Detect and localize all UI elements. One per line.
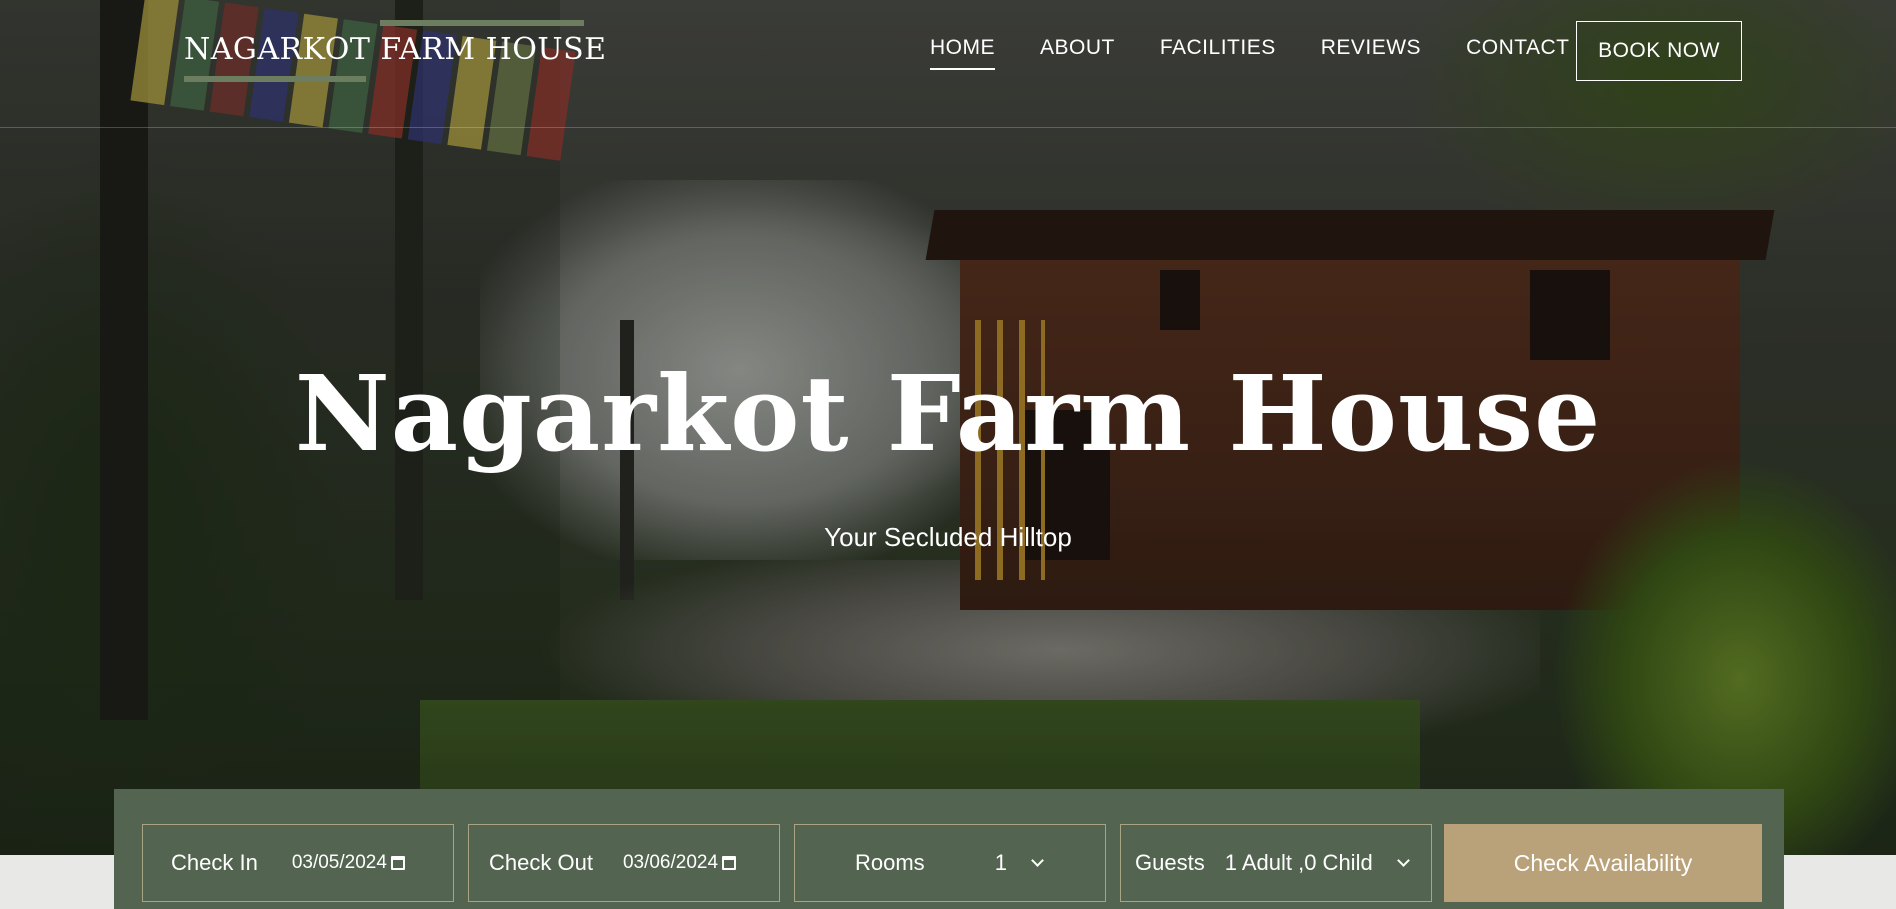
book-now-button[interactable]: BOOK NOW	[1576, 21, 1742, 81]
calendar-icon[interactable]	[722, 856, 737, 870]
logo-accent-bar-top	[380, 20, 584, 26]
guests-value: 1 Adult ,0 Child	[1224, 850, 1373, 875]
guests-label: Guests	[1135, 850, 1205, 875]
main-menu: HOME ABOUT FACILITIES REVIEWS CONTACT	[930, 36, 1615, 70]
logo-accent-bar-bottom	[184, 76, 366, 82]
nav-link-reviews[interactable]: REVIEWS	[1321, 36, 1421, 70]
booking-bar: Check In 03/05/2024 Check Out 03/06/2024…	[114, 789, 1784, 909]
check-in-date-value: 03/05/2024	[291, 852, 387, 873]
chevron-down-icon	[1396, 854, 1410, 867]
nav-link-contact[interactable]: CONTACT	[1466, 36, 1569, 70]
rooms-select[interactable]: Rooms 1	[794, 824, 1106, 902]
check-in-date-input[interactable]: 03/05/2024	[292, 852, 405, 874]
check-out-date-input[interactable]: 03/06/2024	[622, 852, 737, 874]
check-in-label: Check In	[171, 850, 258, 875]
calendar-icon[interactable]	[390, 856, 405, 870]
check-out-field[interactable]: Check Out 03/06/2024	[468, 824, 780, 902]
chevron-down-icon	[1031, 854, 1044, 867]
hero-subtitle: Your Secluded Hilltop	[824, 522, 1072, 552]
logo[interactable]: NAGARKOT FARM HOUSE	[184, 20, 606, 82]
check-availability-button[interactable]: Check Availability	[1444, 824, 1762, 902]
check-out-date-value: 03/06/2024	[622, 852, 719, 873]
hero-title: Nagarkot Farm House	[294, 352, 1602, 475]
top-navigation: NAGARKOT FARM HOUSE HOME ABOUT FACILITIE…	[0, 0, 1896, 128]
check-in-field[interactable]: Check In 03/05/2024	[142, 824, 454, 902]
logo-text: NAGARKOT FARM HOUSE	[184, 32, 607, 67]
guests-select[interactable]: Guests 1 Adult ,0 Child	[1120, 824, 1432, 902]
rooms-value: 1	[994, 850, 1007, 875]
check-out-label: Check Out	[489, 850, 593, 875]
nav-link-about[interactable]: ABOUT	[1040, 36, 1115, 70]
nav-link-facilities[interactable]: FACILITIES	[1160, 36, 1276, 70]
rooms-label: Rooms	[855, 850, 925, 875]
nav-link-home[interactable]: HOME	[930, 36, 995, 70]
